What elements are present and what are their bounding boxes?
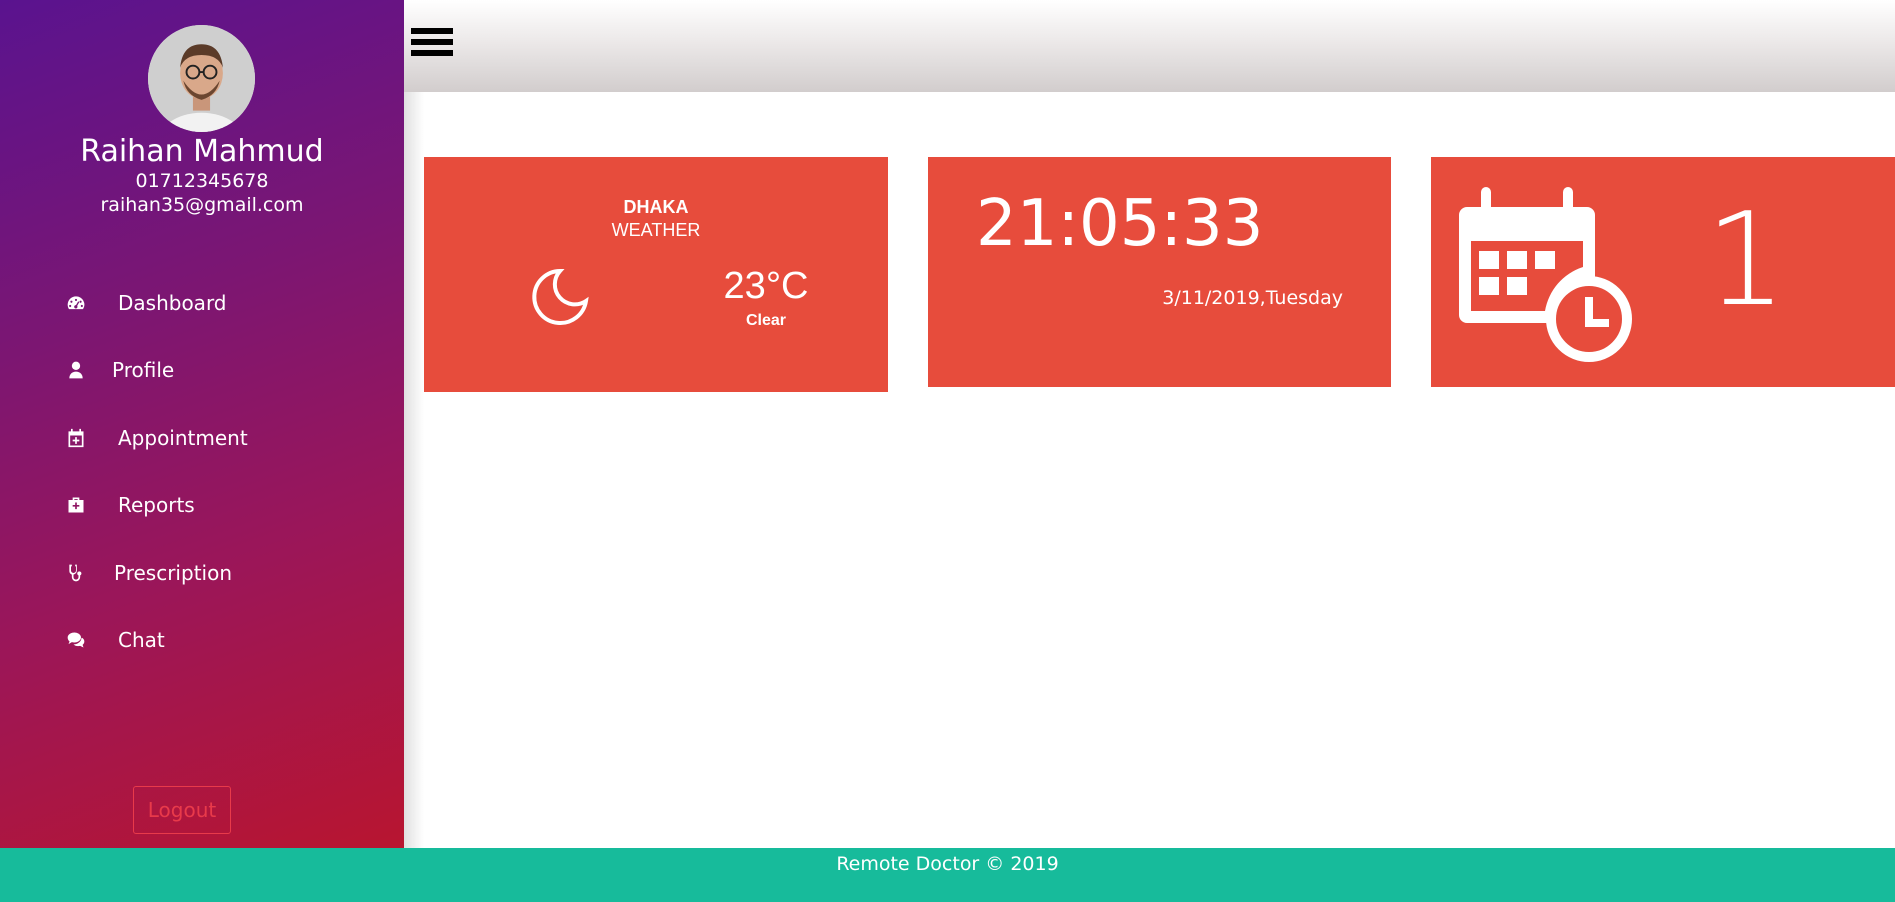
sidebar-item-dashboard[interactable]: Dashboard: [64, 283, 227, 323]
sidebar-item-chat[interactable]: Chat: [64, 620, 165, 660]
sidebar-item-appointment[interactable]: Appointment: [64, 418, 248, 458]
sidebar-item-label: Profile: [112, 358, 175, 382]
appointment-count: 1: [1705, 186, 1787, 335]
logout-button[interactable]: Logout: [133, 786, 231, 834]
clock-date: 3/11/2019,Tuesday: [1162, 287, 1343, 309]
moon-icon: [532, 268, 589, 325]
user-name: Raihan Mahmud: [80, 134, 324, 169]
sidebar-item-label: Prescription: [114, 561, 232, 585]
weather-condition: Clear: [745, 312, 787, 329]
top-bar: [404, 0, 1895, 92]
sidebar-item-label: Dashboard: [118, 291, 227, 315]
medkit-icon: [64, 493, 88, 517]
weather-city: DHAKA: [623, 197, 689, 217]
calendar-plus-icon: [64, 426, 88, 450]
menu-toggle-icon[interactable]: [411, 28, 453, 60]
avatar-image: [148, 25, 255, 132]
weather-temperature: 23°C: [723, 265, 809, 307]
comments-icon: [64, 628, 88, 652]
sidebar-item-label: Chat: [118, 628, 165, 652]
clock-time: 21:05:33: [976, 187, 1264, 261]
sidebar-item-label: Reports: [118, 493, 195, 517]
clock-card: 21:05:33 3/11/2019,Tuesday: [928, 157, 1391, 387]
sidebar-shadow: [404, 0, 424, 848]
sidebar: Raihan Mahmud 01712345678 raihan35@gmail…: [0, 0, 404, 848]
weather-card: DHAKA WEATHER 23°C Clear: [424, 157, 888, 392]
sidebar-item-prescription[interactable]: Prescription: [64, 553, 232, 593]
footer: Remote Doctor © 2019: [0, 848, 1895, 902]
sidebar-item-label: Appointment: [118, 426, 248, 450]
stethoscope-icon: [64, 561, 88, 585]
user-phone: 01712345678: [135, 170, 269, 192]
footer-text: Remote Doctor © 2019: [836, 853, 1059, 875]
weather-label: WEATHER: [611, 220, 701, 240]
user-email: raihan35@gmail.com: [100, 194, 304, 216]
dashboard-icon: [64, 291, 88, 315]
appointment-card: 1: [1431, 157, 1895, 387]
user-icon: [64, 358, 88, 382]
avatar[interactable]: [148, 25, 255, 132]
sidebar-item-profile[interactable]: Profile: [64, 350, 174, 390]
sidebar-item-reports[interactable]: Reports: [64, 485, 195, 525]
calendar-clock-icon: [1459, 187, 1632, 362]
